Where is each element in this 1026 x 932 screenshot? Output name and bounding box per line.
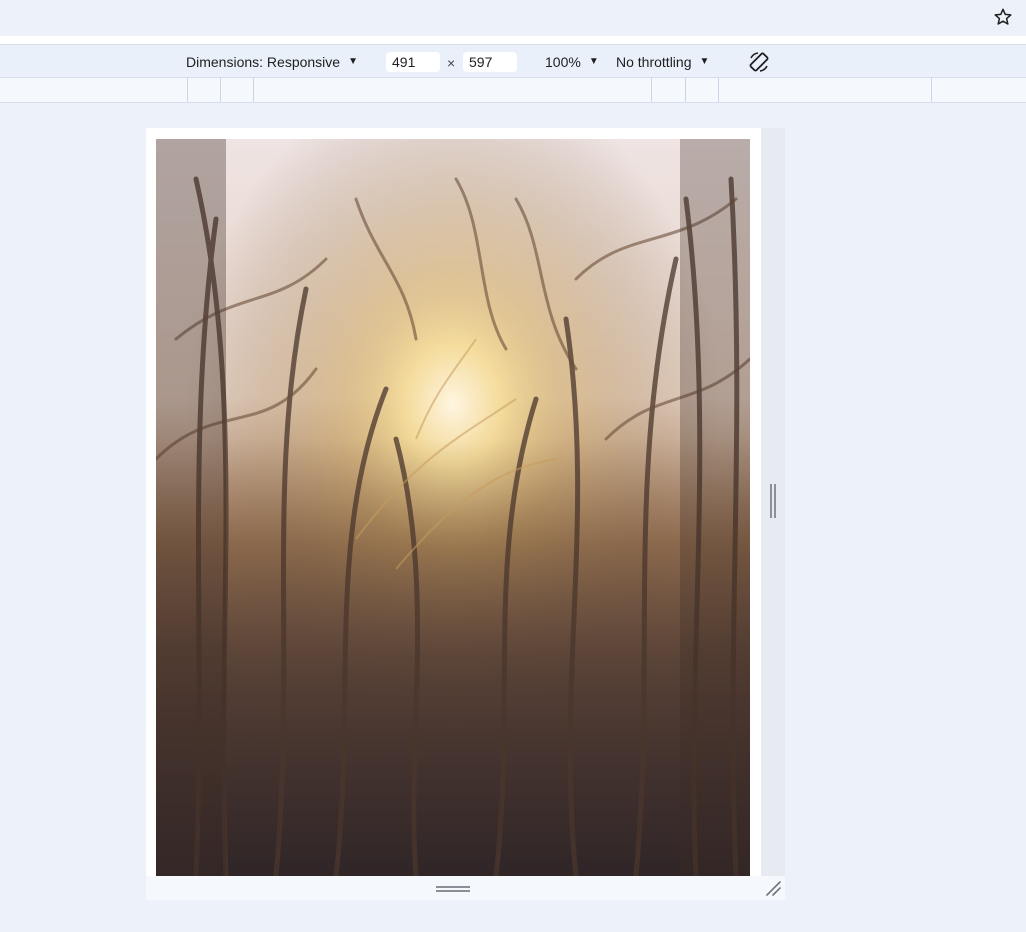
dimensions-label: Dimensions: Responsive <box>186 53 341 70</box>
throttling-dropdown[interactable]: No throttling ▼ <box>616 45 709 78</box>
zoom-label: 100% <box>545 53 581 70</box>
star-icon <box>994 8 1012 25</box>
dimensions-dropdown[interactable]: Dimensions: Responsive ▼ <box>186 45 358 78</box>
corner-resize-handle[interactable] <box>761 876 785 900</box>
times-separator: × <box>447 55 456 71</box>
chevron-down-icon: ▼ <box>348 56 358 67</box>
height-input[interactable] <box>463 52 517 72</box>
chevron-down-icon: ▼ <box>699 56 710 67</box>
ruler-tick <box>685 78 686 102</box>
device-toolbar: Dimensions: Responsive ▼ × 100% ▼ No thr… <box>0 44 1026 78</box>
ruler-tick <box>931 78 932 102</box>
horizontal-resize-grip-icon <box>436 886 470 892</box>
ruler-tick <box>220 78 221 102</box>
photo-image <box>156 139 750 876</box>
browser-top-bar <box>0 0 1026 36</box>
rotate-button[interactable] <box>747 45 771 78</box>
bookmark-star-button[interactable] <box>990 4 1016 30</box>
ruler-tick <box>651 78 652 102</box>
top-divider <box>0 36 1026 44</box>
ruler-tick <box>253 78 254 102</box>
media-query-ruler[interactable] <box>0 78 1026 103</box>
chevron-down-icon: ▼ <box>588 56 599 67</box>
rotate-icon <box>749 51 769 72</box>
zoom-dropdown[interactable]: 100% ▼ <box>545 45 599 78</box>
corner-resize-grip-icon <box>766 881 781 896</box>
width-input[interactable] <box>386 52 440 72</box>
bottom-resize-handle[interactable] <box>146 876 761 900</box>
throttling-label: No throttling <box>616 53 692 70</box>
sunset-reeds-photo <box>156 139 750 876</box>
ruler-tick <box>718 78 719 102</box>
vertical-resize-grip-icon <box>770 484 776 518</box>
right-resize-handle[interactable] <box>761 128 785 876</box>
ruler-tick <box>187 78 188 102</box>
